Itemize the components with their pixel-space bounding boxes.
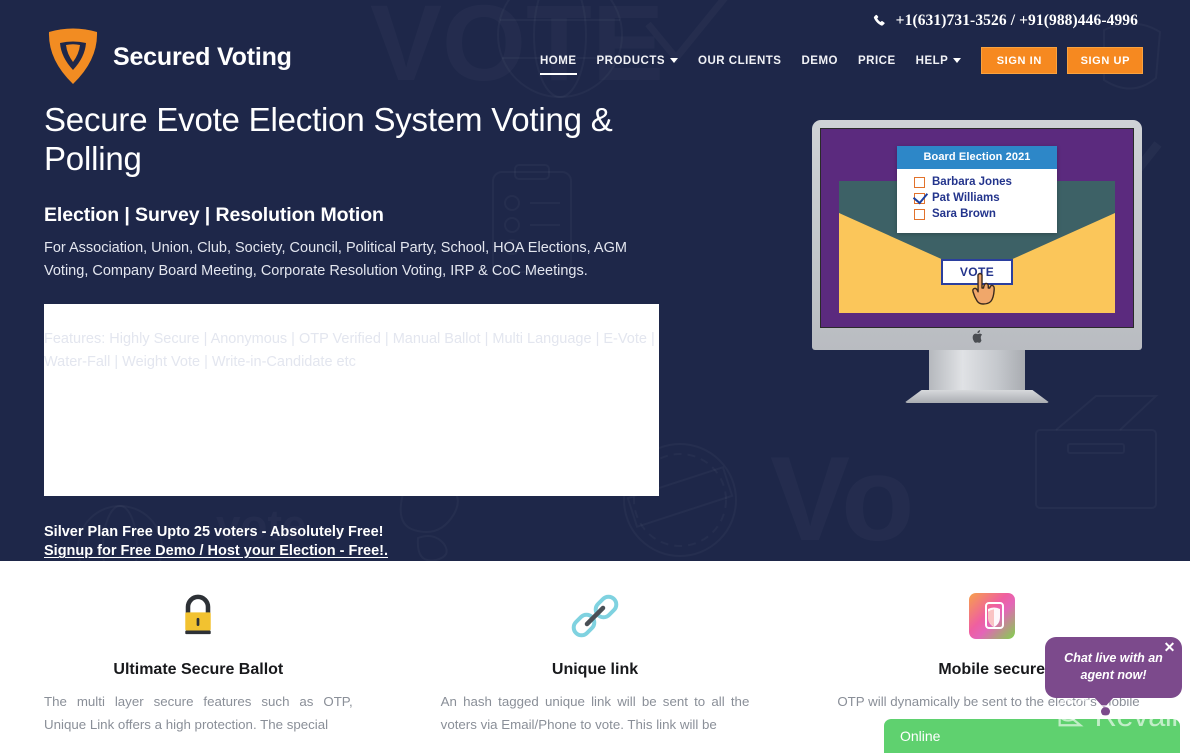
sign-in-button[interactable]: SIGN IN <box>981 47 1058 74</box>
hand-cursor-icon <box>969 271 997 305</box>
nav-item-help-label: HELP <box>915 54 949 67</box>
phone-number: +1(631)731-3526 / +91(988)446-4996 <box>895 12 1138 29</box>
hero-section: VOTE Vo vote +1(631)731-3526 / +91(988)4… <box>0 0 1190 561</box>
candidate-list: Barbara Jones Pat Williams Sara Brown <box>897 169 1057 233</box>
hero-monitor-illustration: Board Election 2021 Barbara Jones Pat Wi… <box>812 120 1142 403</box>
nav-item-our-clients-label: OUR CLIENTS <box>698 54 782 67</box>
contact-phone[interactable]: +1(631)731-3526 / +91(988)446-4996 <box>873 12 1138 30</box>
ballot-title: Board Election 2021 <box>897 146 1057 169</box>
monitor-body: Board Election 2021 Barbara Jones Pat Wi… <box>812 120 1142 350</box>
brand-logo-link[interactable]: Secured Voting <box>44 26 292 88</box>
nav-item-our-clients[interactable]: OUR CLIENTS <box>688 49 791 73</box>
candidate-row[interactable]: Barbara Jones <box>914 176 1057 188</box>
feature-text: The multi layer secure features such as … <box>44 694 353 732</box>
hero-subtitle: Election | Survey | Resolution Motion <box>44 203 384 226</box>
chat-bubble-dot <box>1101 706 1110 716</box>
nav-item-home-label: HOME <box>540 54 577 67</box>
monitor-neck <box>929 350 1025 390</box>
nav-item-price-label: PRICE <box>857 54 896 67</box>
checkbox-checked-icon[interactable] <box>914 192 925 204</box>
candidate-name: Sara Brown <box>932 208 996 220</box>
feature-card-unique-link: Unique link An hash tagged unique link w… <box>397 585 794 737</box>
page-title: Secure Evote Election System Voting & Po… <box>44 101 613 177</box>
feature-card-secure-ballot: Ultimate Secure Ballot The multi layer s… <box>0 585 397 737</box>
chevron-down-icon <box>953 58 962 63</box>
chat-status-label: Online <box>900 728 941 744</box>
nav-item-products-label: PRODUCTS <box>596 54 666 67</box>
monitor-base <box>904 390 1050 403</box>
top-bar: +1(631)731-3526 / +91(988)446-4996 Secur… <box>0 0 1190 90</box>
nav-item-home[interactable]: HOME <box>530 49 587 75</box>
hero-signup-link[interactable]: Signup for Free Demo / Host your Electio… <box>44 543 388 559</box>
nav-item-help[interactable]: HELP <box>906 49 972 73</box>
nav-row: Secured Voting HOME PRODUCTS OUR CLIENTS… <box>0 28 1190 90</box>
nav-item-products[interactable]: PRODUCTS <box>587 49 689 73</box>
hero-plan-note: Silver Plan Free Upto 25 voters - Absolu… <box>44 524 384 541</box>
main-navigation: HOME PRODUCTS OUR CLIENTS DEMO PRICE HEL… <box>530 47 1144 75</box>
apple-logo-icon <box>972 330 983 343</box>
feature-text: An hash tagged unique link will be sent … <box>440 694 750 732</box>
candidate-name: Barbara Jones <box>932 176 1012 188</box>
chat-invite-text: Chat live with an agent now! <box>1064 651 1163 682</box>
feature-title: Ultimate Secure Ballot <box>113 661 284 678</box>
chevron-down-icon <box>670 58 679 63</box>
hero-content: Secure Evote Election System Voting & Po… <box>44 101 684 561</box>
hero-features-line: Features: Highly Secure | Anonymous | OT… <box>44 304 659 497</box>
nav-item-demo[interactable]: DEMO <box>791 49 848 73</box>
chain-link-icon <box>441 585 750 647</box>
phone-icon <box>873 14 887 28</box>
shield-v-logo-icon <box>44 26 102 88</box>
sign-up-button[interactable]: SIGN UP <box>1067 47 1144 74</box>
candidate-row[interactable]: Pat Williams <box>914 192 1057 204</box>
checkbox-icon[interactable] <box>914 176 925 188</box>
hero-description: For Association, Union, Club, Society, C… <box>44 239 627 279</box>
nav-item-price[interactable]: PRICE <box>848 49 906 73</box>
brand-name: Secured Voting <box>113 42 292 71</box>
candidate-row[interactable]: Sara Brown <box>914 208 1057 220</box>
padlock-icon <box>44 585 353 647</box>
ballot-card: Board Election 2021 Barbara Jones Pat Wi… <box>897 146 1057 233</box>
checkbox-icon[interactable] <box>914 208 925 220</box>
monitor-screen: Board Election 2021 Barbara Jones Pat Wi… <box>820 128 1134 328</box>
chat-status-bar[interactable]: Online <box>884 719 1180 753</box>
close-icon[interactable]: ✕ <box>1162 640 1177 655</box>
chat-invite-bubble[interactable]: ✕ Chat live with an agent now! <box>1045 637 1182 716</box>
mobile-shield-badge <box>968 593 1015 639</box>
candidate-name: Pat Williams <box>932 192 1000 204</box>
svg-text:Vo: Vo <box>770 432 914 561</box>
features-grid: Ultimate Secure Ballot The multi layer s… <box>0 585 1190 737</box>
nav-item-demo-label: DEMO <box>801 54 838 67</box>
feature-title: Unique link <box>551 661 639 678</box>
